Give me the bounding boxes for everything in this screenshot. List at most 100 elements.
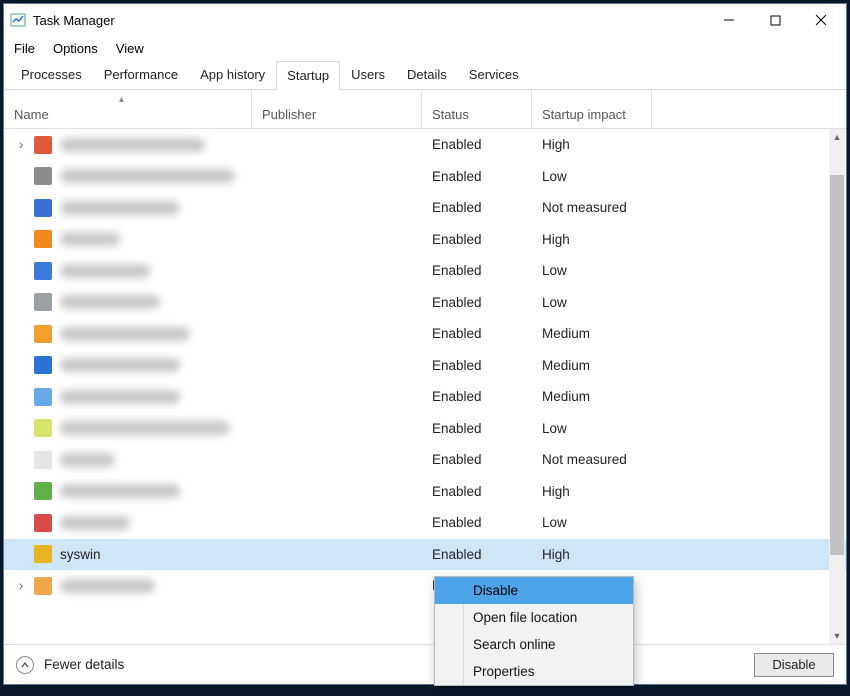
table-row[interactable]: EnabledMedium xyxy=(4,350,846,382)
tab-app-history[interactable]: App history xyxy=(189,60,276,89)
impact-cell: High xyxy=(532,547,652,562)
context-open-file-location[interactable]: Open file location xyxy=(435,604,633,631)
status-cell: Enabled xyxy=(422,515,532,530)
app-icon xyxy=(34,451,52,469)
table-row[interactable]: ›E xyxy=(4,570,846,602)
status-cell: Enabled xyxy=(422,421,532,436)
disable-button[interactable]: Disable xyxy=(754,653,834,677)
app-name-redacted xyxy=(60,138,205,152)
fewer-details-link[interactable]: Fewer details xyxy=(44,657,124,672)
column-publisher[interactable]: Publisher xyxy=(252,90,422,128)
app-icon xyxy=(34,388,52,406)
task-manager-window: Task Manager File Options View Processes xyxy=(3,3,847,685)
status-cell: Enabled xyxy=(422,389,532,404)
status-cell: Enabled xyxy=(422,137,532,152)
app-icon xyxy=(34,545,52,563)
impact-cell: Low xyxy=(532,169,652,184)
app-icon xyxy=(34,262,52,280)
menu-options[interactable]: Options xyxy=(53,41,98,56)
table-row[interactable]: EnabledLow xyxy=(4,287,846,319)
status-cell: Enabled xyxy=(422,200,532,215)
status-cell: Enabled xyxy=(422,358,532,373)
scroll-up-icon[interactable]: ▴ xyxy=(829,129,845,145)
context-properties[interactable]: Properties xyxy=(435,658,633,685)
table-row[interactable]: EnabledNot measured xyxy=(4,192,846,224)
table-row[interactable]: ›EnabledHigh xyxy=(4,129,846,161)
minimize-button[interactable] xyxy=(706,4,752,36)
tab-performance[interactable]: Performance xyxy=(93,60,189,89)
table-row[interactable]: EnabledLow xyxy=(4,507,846,539)
tab-details[interactable]: Details xyxy=(396,60,458,89)
titlebar: Task Manager xyxy=(4,4,846,36)
vertical-scrollbar[interactable]: ▴ ▾ xyxy=(829,129,845,644)
window-controls xyxy=(706,4,844,36)
column-name[interactable]: Name xyxy=(4,90,252,128)
context-search-online[interactable]: Search online xyxy=(435,631,633,658)
tab-services[interactable]: Services xyxy=(458,60,530,89)
context-disable[interactable]: Disable xyxy=(435,577,633,604)
tab-processes[interactable]: Processes xyxy=(10,60,93,89)
table-row[interactable]: EnabledMedium xyxy=(4,381,846,413)
app-icon xyxy=(34,293,52,311)
column-status[interactable]: Status xyxy=(422,90,532,128)
app-name-redacted xyxy=(60,327,190,341)
tabs: Processes Performance App history Startu… xyxy=(4,60,846,90)
app-name-redacted xyxy=(60,169,235,183)
app-icon xyxy=(34,482,52,500)
sort-indicator-icon: ▴ xyxy=(119,94,124,105)
app-icon xyxy=(34,325,52,343)
impact-cell: Not measured xyxy=(532,452,652,467)
status-cell: Enabled xyxy=(422,232,532,247)
footer: Fewer details Disable xyxy=(4,644,846,684)
app-icon xyxy=(34,419,52,437)
scroll-thumb[interactable] xyxy=(830,175,844,555)
menu-file[interactable]: File xyxy=(14,41,35,56)
close-button[interactable] xyxy=(798,4,844,36)
status-cell: Enabled xyxy=(422,326,532,341)
task-manager-icon xyxy=(10,12,26,28)
impact-cell: Not measured xyxy=(532,200,652,215)
app-icon xyxy=(34,230,52,248)
expand-icon[interactable]: › xyxy=(16,578,26,593)
app-icon xyxy=(34,356,52,374)
impact-cell: Medium xyxy=(532,326,652,341)
app-name: syswin xyxy=(60,547,101,562)
status-cell: Enabled xyxy=(422,547,532,562)
menubar: File Options View xyxy=(4,36,846,60)
tab-users[interactable]: Users xyxy=(340,60,396,89)
impact-cell: Medium xyxy=(532,358,652,373)
impact-cell: High xyxy=(532,232,652,247)
table-row[interactable]: EnabledMedium xyxy=(4,318,846,350)
app-name-redacted xyxy=(60,516,130,530)
maximize-button[interactable] xyxy=(752,4,798,36)
tab-startup[interactable]: Startup xyxy=(276,61,340,90)
fewer-details-icon[interactable] xyxy=(16,656,34,674)
table-row[interactable]: EnabledLow xyxy=(4,255,846,287)
status-cell: Enabled xyxy=(422,169,532,184)
impact-cell: Low xyxy=(532,295,652,310)
menu-view[interactable]: View xyxy=(116,41,144,56)
app-name-redacted xyxy=(60,295,160,309)
status-cell: Enabled xyxy=(422,452,532,467)
status-cell: Enabled xyxy=(422,263,532,278)
table-row[interactable]: EnabledHigh xyxy=(4,476,846,508)
table-row[interactable]: EnabledLow xyxy=(4,413,846,445)
impact-cell: High xyxy=(532,484,652,499)
impact-cell: Low xyxy=(532,421,652,436)
app-icon xyxy=(34,577,52,595)
column-impact[interactable]: Startup impact xyxy=(532,90,652,128)
context-menu: Disable Open file location Search online… xyxy=(434,576,634,686)
app-icon xyxy=(34,514,52,532)
table-row[interactable]: EnabledHigh xyxy=(4,224,846,256)
app-name-redacted xyxy=(60,201,180,215)
app-name-redacted xyxy=(60,390,180,404)
table-row[interactable]: EnabledNot measured xyxy=(4,444,846,476)
app-name-redacted xyxy=(60,421,230,435)
impact-cell: Low xyxy=(532,263,652,278)
table-row[interactable]: EnabledLow xyxy=(4,161,846,193)
impact-cell: Low xyxy=(532,515,652,530)
expand-icon[interactable]: › xyxy=(16,137,26,152)
scroll-down-icon[interactable]: ▾ xyxy=(829,628,845,644)
table-row[interactable]: syswin EnabledHigh xyxy=(4,539,846,571)
app-name-redacted xyxy=(60,358,180,372)
